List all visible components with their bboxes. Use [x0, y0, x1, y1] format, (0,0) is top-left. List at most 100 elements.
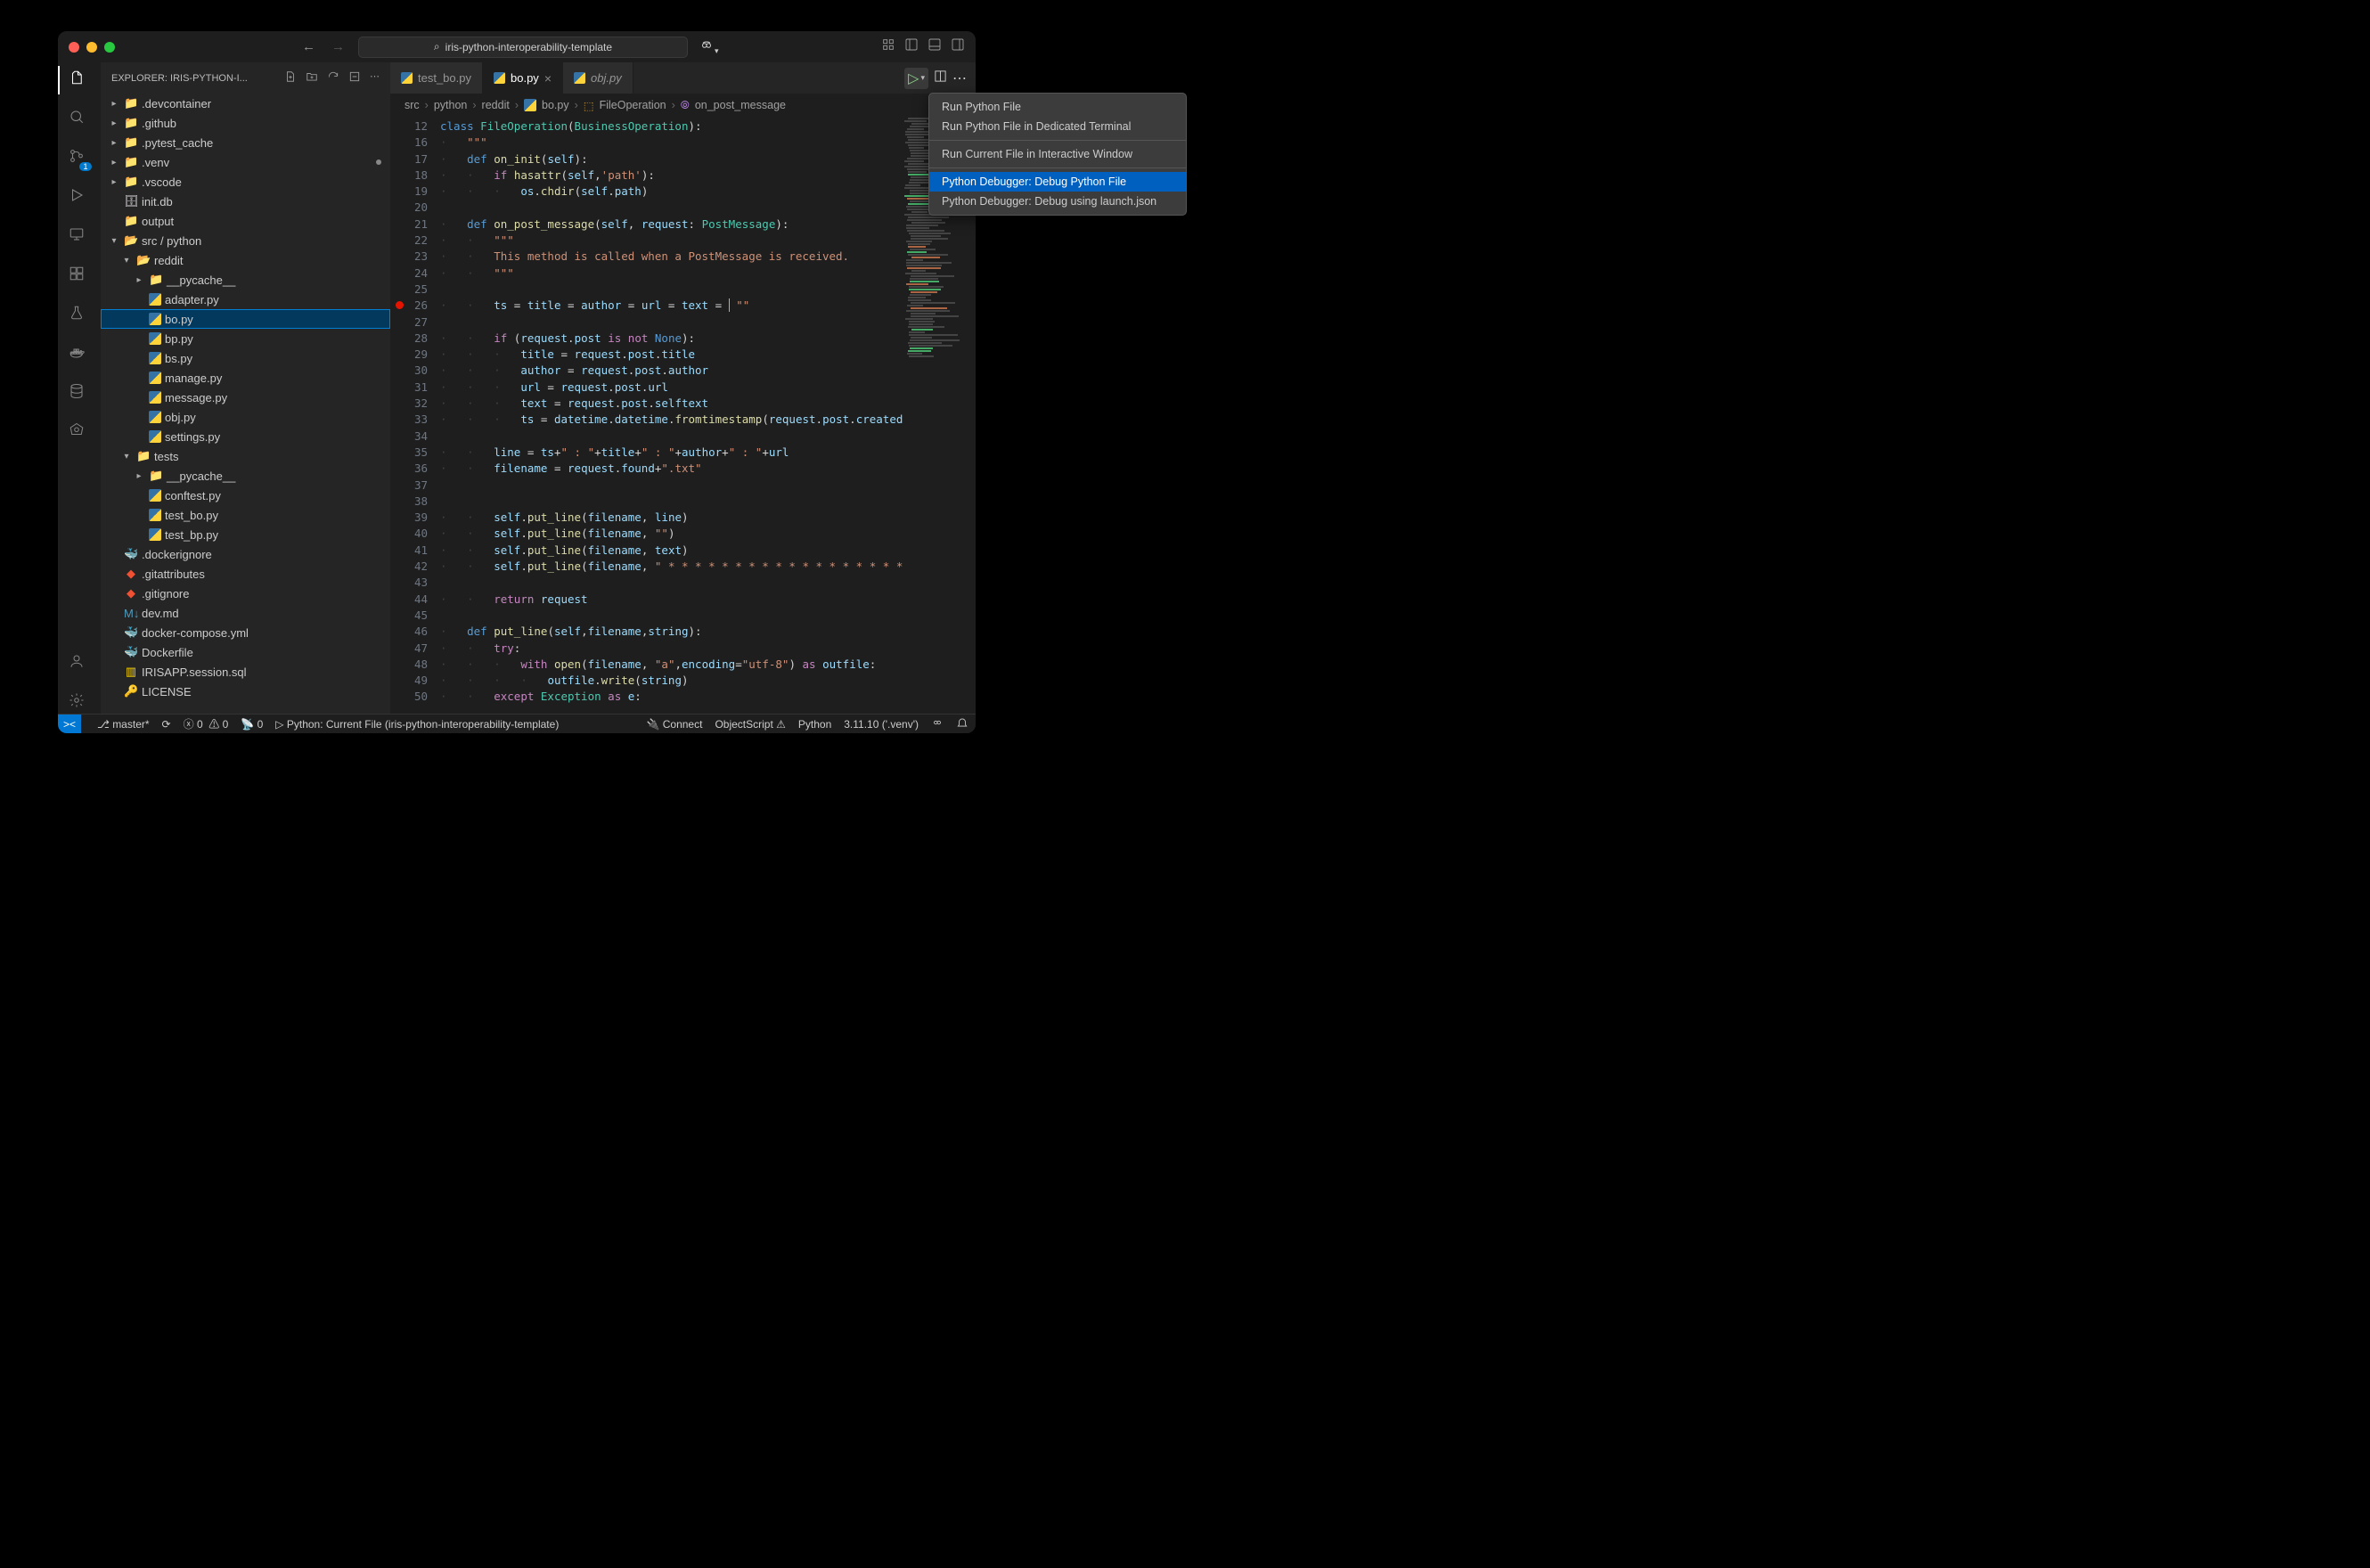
code-editor[interactable]: 1216171819202122232425262728293031323334…	[390, 117, 976, 714]
debug-config[interactable]: ▷ Python: Current File (iris-python-inte…	[275, 718, 559, 731]
search-icon[interactable]	[69, 109, 90, 130]
split-editor-icon[interactable]	[934, 69, 947, 87]
tree-item-settings-py[interactable]: settings.py	[101, 427, 390, 446]
menu-run-python-file[interactable]: Run Python File	[929, 97, 1186, 117]
gutter[interactable]: 1216171819202122232425262728293031323334…	[390, 117, 440, 714]
breadcrumb-item[interactable]: python	[434, 99, 468, 111]
tree-item--gitattributes[interactable]: ◆.gitattributes	[101, 564, 390, 584]
tree-item-docker-compose-yml[interactable]: 🐳docker-compose.yml	[101, 623, 390, 642]
breadcrumb-item[interactable]: FileOperation	[600, 99, 666, 111]
status-bar: >< ⎇ master* ⟳ ⓧ 0 ⚠ 0 📡 0 ▷ Python: Cur…	[58, 714, 976, 733]
tree-item-manage-py[interactable]: manage.py	[101, 368, 390, 388]
tree-item-conftest-py[interactable]: conftest.py	[101, 486, 390, 505]
tree-item-dev-md[interactable]: M↓dev.md	[101, 603, 390, 623]
toggle-sidebar-icon[interactable]	[928, 37, 942, 56]
tree-item-test_bo-py[interactable]: test_bo.py	[101, 505, 390, 525]
run-python-button[interactable]: ▷▾	[904, 68, 928, 89]
tree-item-obj-py[interactable]: obj.py	[101, 407, 390, 427]
tree-item-tests[interactable]: ▾📁tests	[101, 446, 390, 466]
ports-button[interactable]: 📡 0	[241, 718, 263, 731]
git-branch[interactable]: ⎇ master*	[97, 718, 150, 731]
python-interpreter[interactable]: 3.11.10 ('.venv')	[844, 718, 919, 731]
scm-badge: 1	[79, 162, 92, 171]
tree-item--venv[interactable]: ▸📁.venv	[101, 152, 390, 172]
tree-item-reddit[interactable]: ▾📂reddit	[101, 250, 390, 270]
tree-item--vscode[interactable]: ▸📁.vscode	[101, 172, 390, 192]
tree-item-bo-py[interactable]: bo.py	[101, 309, 390, 329]
tree-item-output[interactable]: 📁output	[101, 211, 390, 231]
copilot-button[interactable]: ▾	[699, 37, 719, 56]
tree-item--gitignore[interactable]: ◆.gitignore	[101, 584, 390, 603]
tree-item--pytest_cache[interactable]: ▸📁.pytest_cache	[101, 133, 390, 152]
connect-button[interactable]: 🔌 Connect	[646, 718, 702, 731]
remote-explorer-icon[interactable]	[69, 226, 90, 248]
sidebar-header: EXPLORER: IRIS-PYTHON-I... ⋯	[101, 62, 390, 94]
customize-layout-icon[interactable]	[881, 37, 895, 56]
close-tab-icon[interactable]: ×	[544, 71, 552, 86]
nav-back-button[interactable]: ←	[302, 39, 315, 54]
tab-bo-py[interactable]: bo.py×	[483, 62, 563, 94]
code-content[interactable]: class FileOperation(BusinessOperation): …	[440, 117, 904, 714]
problems-button[interactable]: ⓧ 0 ⚠ 0	[184, 716, 229, 731]
minimize-window-button[interactable]	[86, 42, 97, 53]
chevron-icon	[108, 687, 120, 697]
tree-item-Dockerfile[interactable]: 🐳Dockerfile	[101, 642, 390, 662]
tree-item-__pycache__[interactable]: ▸📁__pycache__	[101, 466, 390, 486]
explorer-icon[interactable]	[69, 69, 90, 91]
language-mode[interactable]: Python	[798, 718, 831, 731]
tree-item--github[interactable]: ▸📁.github	[101, 113, 390, 133]
settings-icon[interactable]	[69, 692, 90, 714]
menu-run-dedicated-terminal[interactable]: Run Python File in Dedicated Terminal	[929, 117, 1186, 136]
nav-forward-button[interactable]: →	[331, 39, 345, 54]
window-controls	[69, 42, 115, 53]
tree-item-IRISAPP-session-sql[interactable]: ▥IRISAPP.session.sql	[101, 662, 390, 682]
command-center[interactable]: ⌕ iris-python-interoperability-template	[358, 37, 688, 58]
copilot-status-icon[interactable]	[931, 716, 944, 731]
tree-item-LICENSE[interactable]: 🔑LICENSE	[101, 682, 390, 701]
menu-debug-launch-json[interactable]: Python Debugger: Debug using launch.json	[929, 192, 1186, 211]
tab-obj-py[interactable]: obj.py	[563, 62, 633, 94]
tree-item-bs-py[interactable]: bs.py	[101, 348, 390, 368]
refresh-icon[interactable]	[327, 70, 339, 86]
new-folder-icon[interactable]	[306, 70, 318, 86]
notifications-icon[interactable]	[956, 716, 968, 731]
tree-item-__pycache__[interactable]: ▸📁__pycache__	[101, 270, 390, 290]
tree-item-src---python[interactable]: ▾📂src / python	[101, 231, 390, 250]
toggle-secondary-icon[interactable]	[951, 37, 965, 56]
more-actions-icon[interactable]: ⋯	[952, 69, 967, 87]
tree-item-message-py[interactable]: message.py	[101, 388, 390, 407]
menu-run-interactive-window[interactable]: Run Current File in Interactive Window	[929, 144, 1186, 164]
tab-test_bo-py[interactable]: test_bo.py	[390, 62, 483, 94]
database-icon[interactable]	[69, 383, 90, 404]
tree-item-test_bp-py[interactable]: test_bp.py	[101, 525, 390, 544]
kubernetes-icon[interactable]	[69, 422, 90, 444]
tree-item-bp-py[interactable]: bp.py	[101, 329, 390, 348]
sync-button[interactable]: ⟳	[162, 718, 171, 731]
objectscript-status[interactable]: ObjectScript ⚠	[715, 718, 785, 731]
breadcrumb-item[interactable]: on_post_message	[695, 99, 786, 111]
testing-icon[interactable]	[69, 305, 90, 326]
more-icon[interactable]: ⋯	[370, 70, 380, 86]
source-control-icon[interactable]: 1	[69, 148, 90, 169]
breadcrumb-item[interactable]: reddit	[482, 99, 510, 111]
breadcrumbs[interactable]: src› python› reddit› bo.py› ⬚FileOperati…	[390, 94, 976, 117]
tree-item-adapter-py[interactable]: adapter.py	[101, 290, 390, 309]
breadcrumb-item[interactable]: src	[405, 99, 420, 111]
accounts-icon[interactable]	[69, 653, 90, 674]
remote-indicator[interactable]: ><	[58, 715, 81, 734]
new-file-icon[interactable]	[284, 70, 297, 86]
run-debug-icon[interactable]	[69, 187, 90, 208]
tree-item--dockerignore[interactable]: 🐳.dockerignore	[101, 544, 390, 564]
tree-item-init-db[interactable]: 🗄init.db	[101, 192, 390, 211]
menu-debug-python-file[interactable]: Python Debugger: Debug Python File	[929, 172, 1186, 192]
chevron-icon	[133, 373, 145, 383]
collapse-icon[interactable]	[348, 70, 361, 86]
docker-icon[interactable]	[69, 344, 90, 365]
maximize-window-button[interactable]	[104, 42, 115, 53]
toggle-panel-icon[interactable]	[904, 37, 919, 56]
title-bar: ← → ⌕ iris-python-interoperability-templ…	[58, 31, 976, 62]
extensions-icon[interactable]	[69, 265, 90, 287]
close-window-button[interactable]	[69, 42, 79, 53]
tree-item--devcontainer[interactable]: ▸📁.devcontainer	[101, 94, 390, 113]
breadcrumb-item[interactable]: bo.py	[542, 99, 569, 111]
